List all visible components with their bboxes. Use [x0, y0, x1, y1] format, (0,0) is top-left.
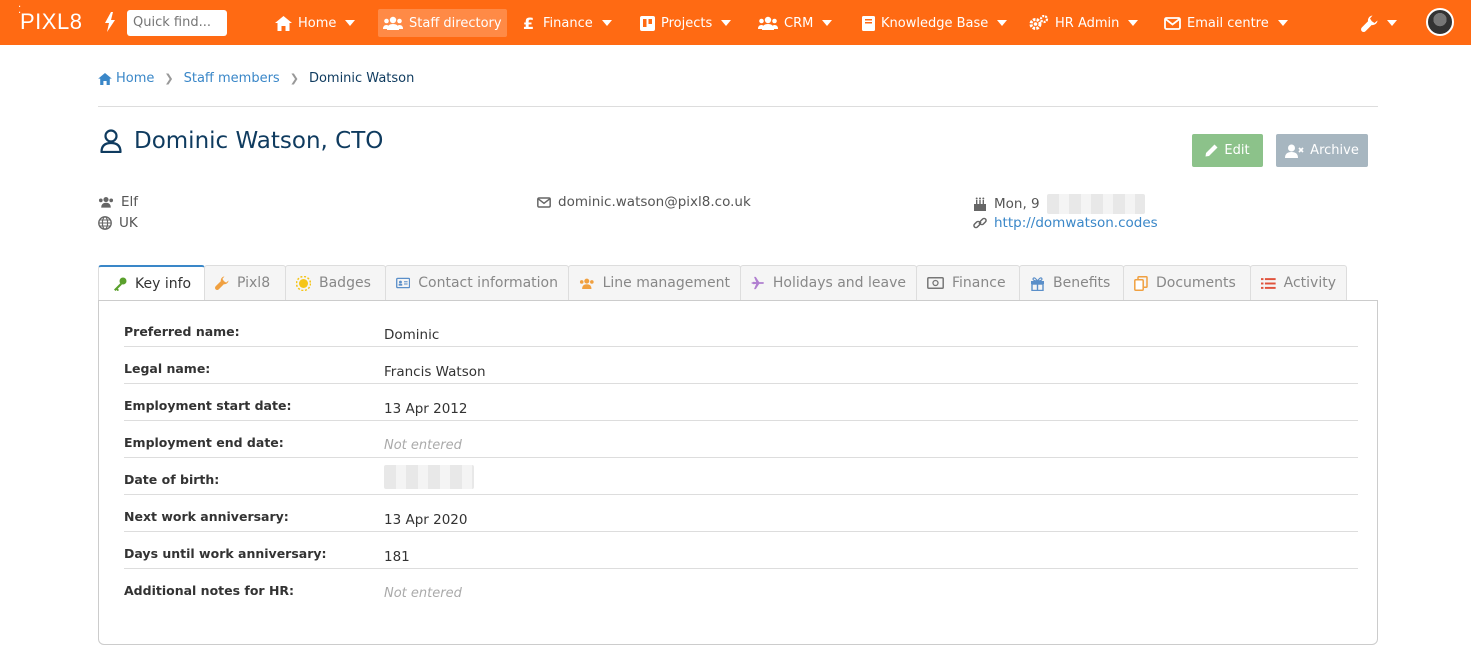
nav-crm[interactable]: CRM	[753, 9, 837, 37]
start-date-value: 13 Apr 2012	[384, 401, 468, 417]
next-anniversary-value: 13 Apr 2020	[384, 512, 468, 528]
table-row: Date of birth:	[124, 458, 1358, 495]
users-icon	[579, 278, 594, 289]
chevron-right-icon: ❯	[164, 72, 174, 85]
table-row: Preferred name: Dominic	[124, 310, 1358, 347]
copy-icon	[1134, 275, 1148, 291]
money-icon	[927, 277, 944, 289]
id-card-icon	[396, 277, 411, 289]
website-info: http://domwatson.codes	[973, 215, 1158, 231]
wrench-icon	[1361, 15, 1378, 32]
users-icon	[98, 197, 114, 208]
legal-name-value: Francis Watson	[384, 364, 486, 380]
website-link[interactable]: http://domwatson.codes	[994, 215, 1158, 231]
envelope-icon	[1164, 16, 1181, 30]
birthday-cake-icon	[974, 197, 986, 211]
tab-holidays-and-leave[interactable]: Holidays and leave	[740, 265, 917, 300]
days-until-anniversary-value: 181	[384, 549, 410, 565]
key-icon	[114, 277, 127, 291]
tab-benefits[interactable]: Benefits	[1019, 265, 1124, 300]
chevron-down-icon	[1128, 20, 1139, 26]
breadcrumb-home[interactable]: Home	[116, 71, 154, 86]
home-icon	[275, 15, 292, 31]
chevron-down-icon	[721, 20, 732, 26]
chevron-down-icon	[1387, 20, 1397, 26]
table-row: Next work anniversary: 13 Apr 2020	[124, 495, 1358, 532]
tab-finance[interactable]: Finance	[916, 265, 1020, 300]
end-date-value: Not entered	[384, 438, 462, 453]
nav-projects[interactable]: Projects	[635, 9, 736, 37]
table-row: Employment start date: 13 Apr 2012	[124, 384, 1358, 421]
users-icon	[383, 16, 403, 30]
chevron-right-icon: ❯	[289, 72, 299, 85]
tab-badges[interactable]: Badges	[285, 265, 386, 300]
table-row: Days until work anniversary: 181	[124, 532, 1358, 569]
user-avatar[interactable]	[1426, 8, 1454, 36]
chevron-down-icon	[1277, 20, 1288, 26]
user-times-icon	[1285, 144, 1304, 158]
nav-email-centre[interactable]: Email centre	[1159, 9, 1293, 37]
quick-find-input[interactable]	[127, 10, 227, 36]
table-row: Additional notes for HR: Not entered	[124, 583, 462, 601]
envelope-icon	[537, 196, 551, 208]
chevron-down-icon	[345, 20, 356, 26]
link-icon	[973, 217, 987, 229]
tab-key-info[interactable]: Key info	[98, 265, 205, 301]
nav-home[interactable]: Home	[270, 9, 360, 37]
email-info: dominic.watson@pixl8.co.uk	[537, 194, 751, 210]
birthday-info: Mon, 9	[973, 194, 1145, 214]
plane-icon	[751, 276, 764, 290]
wrench-icon	[215, 276, 229, 290]
bolt-icon	[105, 12, 115, 32]
redacted-date	[384, 465, 474, 489]
country-info: UK	[98, 215, 138, 231]
users-icon	[758, 16, 778, 30]
user-icon	[100, 129, 122, 153]
profile-tabs: Key info Pixl8 Badges Contact informatio…	[98, 265, 1347, 301]
book-icon	[862, 15, 875, 31]
archive-button[interactable]: Archive	[1276, 134, 1368, 167]
nav-hr-admin[interactable]: HR Admin	[1024, 9, 1143, 37]
preferred-name-value: Dominic	[384, 327, 440, 343]
chevron-down-icon	[997, 20, 1008, 26]
divider	[98, 106, 1378, 107]
page-title: Dominic Watson, CTO	[100, 128, 383, 154]
hr-notes-value: Not entered	[384, 586, 462, 601]
home-icon	[98, 72, 112, 85]
top-navbar: ⁚PIXL8 Home Staff directory £ Finance Pr…	[0, 0, 1471, 45]
table-row: Employment end date: Not entered	[124, 421, 1358, 458]
date-of-birth-value	[384, 465, 474, 493]
chevron-down-icon	[601, 20, 612, 26]
key-info-panel: Preferred name: Dominic Legal name: Fran…	[98, 300, 1378, 645]
nav-finance[interactable]: £ Finance	[518, 9, 617, 37]
sun-icon	[296, 275, 311, 291]
tab-documents[interactable]: Documents	[1123, 265, 1251, 300]
pound-icon: £	[523, 13, 535, 33]
pixl8-logo[interactable]: ⁚ PIXL8	[18, 5, 82, 35]
globe-icon	[98, 216, 112, 230]
gift-icon	[1031, 276, 1044, 291]
cogs-icon	[1029, 15, 1049, 30]
table-row: Legal name: Francis Watson	[124, 347, 1358, 384]
team-info: Elf	[98, 194, 138, 210]
pencil-icon	[1205, 144, 1218, 157]
redacted-date	[1046, 194, 1145, 214]
list-icon	[1261, 277, 1276, 289]
breadcrumb-staff-members[interactable]: Staff members	[184, 71, 280, 86]
tab-line-management[interactable]: Line management	[568, 265, 741, 300]
tab-pixl8[interactable]: Pixl8	[204, 265, 286, 300]
tab-contact-information[interactable]: Contact information	[385, 265, 569, 300]
breadcrumb: Home ❯ Staff members ❯ Dominic Watson	[98, 71, 414, 86]
nav-staff-directory[interactable]: Staff directory	[378, 9, 507, 37]
tools-menu[interactable]	[1356, 9, 1402, 37]
tab-activity[interactable]: Activity	[1250, 265, 1347, 300]
nav-knowledge-base[interactable]: Knowledge Base	[857, 9, 1012, 37]
trello-icon	[640, 15, 655, 31]
chevron-down-icon	[822, 20, 833, 26]
edit-button[interactable]: Edit	[1192, 134, 1263, 167]
breadcrumb-current: Dominic Watson	[308, 71, 415, 86]
